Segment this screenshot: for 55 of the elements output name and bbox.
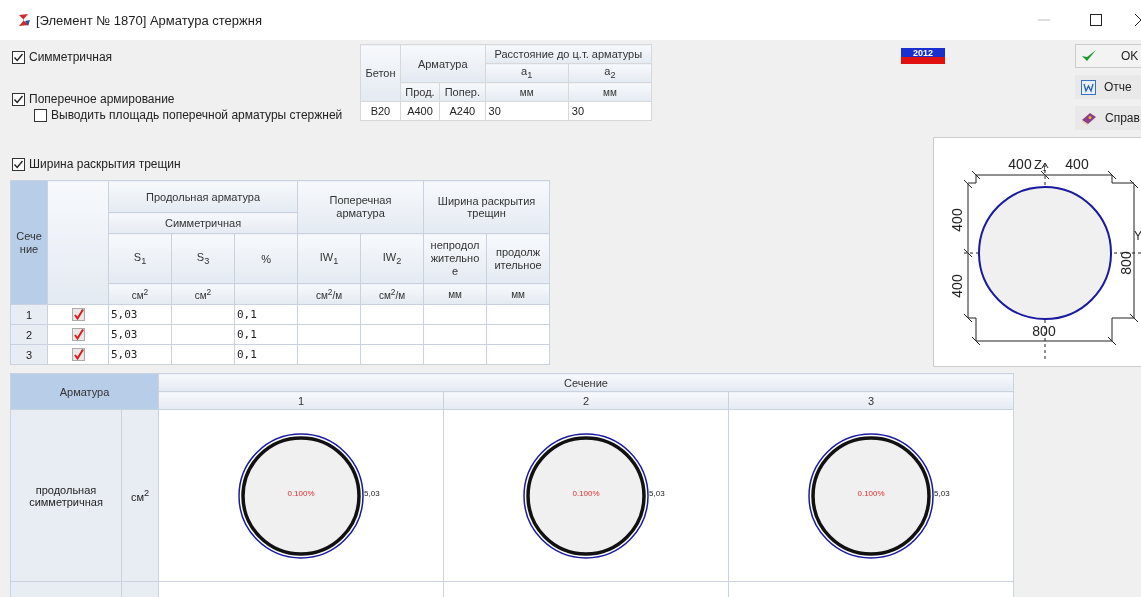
app-icon: [16, 12, 32, 28]
checkbox[interactable]: [71, 328, 85, 341]
table-cell: A240: [439, 101, 486, 121]
checkbox-label: Выводить площадь поперечной арматуры стержней: [51, 108, 343, 122]
row-number: 2: [10, 324, 48, 345]
help-button[interactable]: Справ: [1075, 106, 1141, 130]
table-cell: A400: [400, 101, 440, 121]
checkbox[interactable]: [71, 308, 85, 321]
check-icon: [1081, 49, 1097, 63]
document-icon: [1081, 79, 1096, 95]
table-cell: 30: [485, 101, 569, 121]
percent-label: 0.100%: [856, 488, 886, 498]
checkbox[interactable]: [34, 108, 47, 122]
checkbox-label: Поперечное армирование: [29, 92, 175, 106]
cross-section-drawing: 400 Z$_{1}$ 400 400 400 800 800 Y: [934, 138, 1141, 366]
standard-badge: 2012: [900, 48, 945, 64]
table-header: Поперечная арматура: [297, 180, 424, 234]
checkbox[interactable]: [12, 92, 25, 106]
table-header: Сечение: [10, 180, 48, 305]
checkbox[interactable]: [12, 157, 25, 171]
table-header: %: [234, 233, 298, 284]
table-cell: 30: [568, 101, 652, 121]
table-header: продолжительное: [486, 233, 550, 284]
checkbox-label: Симметричная: [29, 50, 113, 64]
table-header: S$_{1}$: [108, 233, 172, 284]
checkbox[interactable]: [71, 348, 85, 361]
row-number: 3: [10, 344, 48, 365]
percent-label: 0.100%: [286, 488, 316, 498]
area-label: 5,03: [649, 488, 665, 498]
table-header: Арматура: [400, 44, 486, 83]
table-header: непродолжительное: [423, 233, 487, 284]
table-header: IW$_{1}$: [297, 233, 361, 284]
area-label: 5,03: [934, 488, 950, 498]
area-label: 5,03: [364, 488, 380, 498]
table-header: Арматура: [10, 373, 159, 410]
row-header: продольная симметричная: [10, 409, 122, 582]
checkbox[interactable]: [12, 50, 25, 64]
table-header: S$_{3}$: [171, 233, 235, 284]
maximize-icon[interactable]: [1090, 14, 1102, 26]
table-header: Расстояние до ц.т. арматуры: [485, 44, 652, 64]
unit-label: см$^{2}$: [121, 409, 159, 582]
table-header: Продольная арматура: [108, 180, 298, 213]
ok-button[interactable]: OK: [1075, 44, 1141, 68]
window-title: [Элемент № 1870] Арматура стержня: [36, 12, 262, 28]
checkbox-label: Ширина раскрытия трещин: [29, 157, 181, 171]
table-header: IW$_{2}$: [360, 233, 424, 284]
table-header: Ширина раскрытия трещин: [423, 180, 550, 234]
report-button[interactable]: Отче: [1075, 75, 1141, 99]
table-header: Бетон: [360, 44, 401, 102]
percent-label: 0.100%: [571, 488, 601, 498]
table-header: Сечение: [158, 373, 1014, 392]
row-number: 1: [10, 304, 48, 325]
close-icon[interactable]: [1135, 14, 1141, 26]
book-icon: [1081, 110, 1097, 126]
table-cell: B20: [360, 101, 401, 121]
